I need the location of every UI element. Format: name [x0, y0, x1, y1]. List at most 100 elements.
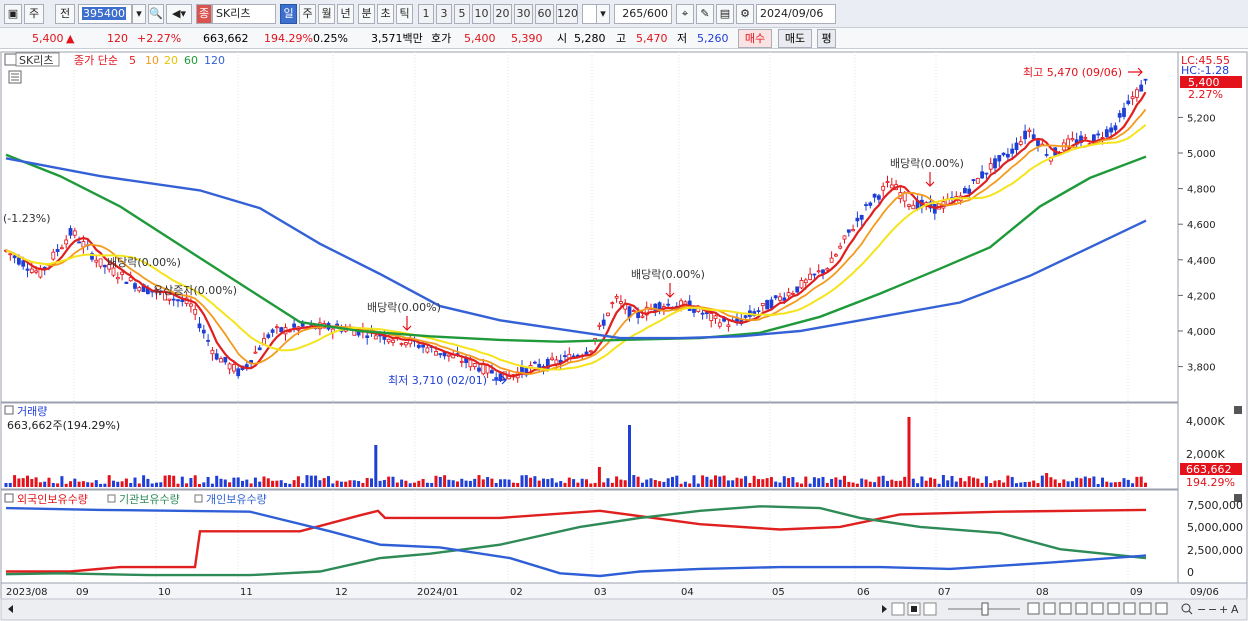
volume-bar: [413, 482, 416, 487]
crosshair-icon[interactable]: ⌖: [676, 4, 694, 24]
volume-bar: [322, 478, 326, 487]
interval-5[interactable]: 5: [454, 4, 470, 24]
code-dropdown-icon[interactable]: ▾: [132, 4, 146, 24]
volume-bar: [1113, 482, 1117, 487]
forward-icon[interactable]: [923, 602, 937, 616]
interval-30[interactable]: 30: [514, 4, 533, 24]
candle-body: [726, 324, 731, 327]
period-minute[interactable]: 분: [358, 4, 375, 24]
candle-body: [399, 343, 404, 345]
zoom-out-icon[interactable]: −: [1197, 603, 1206, 616]
volume-close-icon[interactable]: [1234, 406, 1242, 414]
volume-bar: [301, 483, 305, 487]
search-icon[interactable]: 🔍: [148, 4, 164, 24]
interval-3[interactable]: 3: [436, 4, 452, 24]
interval-20[interactable]: 20: [493, 4, 512, 24]
layout5-icon[interactable]: [1091, 602, 1104, 615]
volume-bar: [941, 475, 945, 487]
ma-20-label[interactable]: 20: [164, 54, 178, 67]
ma-10-label[interactable]: 10: [145, 54, 159, 67]
rewind-icon[interactable]: [891, 602, 905, 616]
candle-body: [274, 326, 279, 329]
period-tick[interactable]: 틱: [396, 4, 413, 24]
eval-button[interactable]: 평: [817, 29, 836, 48]
candle-body: [756, 310, 761, 313]
volume-bar: [146, 478, 150, 487]
interval-1[interactable]: 1: [418, 4, 434, 24]
prev-button[interactable]: 전: [55, 4, 75, 24]
mode-select[interactable]: 주: [24, 4, 44, 24]
candle-body: [421, 344, 426, 348]
interval-10[interactable]: 10: [472, 4, 491, 24]
interval-dropdown-icon[interactable]: ▾: [596, 4, 610, 24]
date-field[interactable]: 2024/09/06: [756, 4, 836, 24]
zoom-in-icon[interactable]: +: [1219, 603, 1228, 616]
stock-code-input[interactable]: 395400: [78, 4, 132, 24]
annotation-high: 최고 5,470 (09/06): [1023, 66, 1122, 79]
panel-toggle-icon[interactable]: [4, 53, 17, 66]
volume-bar: [382, 479, 386, 487]
volume-bar: [666, 478, 670, 487]
chart-svg[interactable]: SK리츠 종가 단순 5 10 20 60 120 LC:45.55 HC:-1…: [0, 50, 1248, 621]
candle-body: [1130, 96, 1135, 100]
gear-icon[interactable]: ⚙: [736, 4, 754, 24]
layout3-icon[interactable]: [1059, 602, 1072, 615]
high-label: 고: [616, 32, 627, 45]
period-day[interactable]: 일: [280, 4, 297, 24]
volume-bar: [1131, 483, 1135, 487]
volume-bar: [636, 476, 640, 487]
interval-120[interactable]: 120: [556, 4, 578, 24]
buy-button[interactable]: 매수: [738, 29, 772, 48]
stock-name-field[interactable]: SK리츠: [212, 4, 276, 24]
period-month[interactable]: 월: [318, 4, 335, 24]
ma-120-label[interactable]: 120: [204, 54, 225, 67]
layout2-icon[interactable]: [1043, 602, 1056, 615]
volume-bar: [516, 482, 520, 487]
candle-body: [825, 268, 830, 271]
volume-bar: [60, 476, 64, 487]
volume-bar: [675, 475, 679, 487]
save-icon[interactable]: ▤: [716, 4, 734, 24]
layout-icon[interactable]: ▣: [4, 4, 22, 24]
layout7-icon[interactable]: [1123, 602, 1136, 615]
holdings-toggle-icon[interactable]: [4, 493, 14, 503]
volume-bar: [77, 481, 81, 487]
volume-value: 663,662: [203, 32, 249, 45]
volume-bar: [709, 479, 713, 487]
high-price: 5,470: [636, 32, 668, 45]
volume-bar: [1053, 479, 1057, 487]
layout6-icon[interactable]: [1107, 602, 1120, 615]
volume-bar: [279, 480, 283, 487]
zoom-slider-thumb[interactable]: [981, 602, 989, 616]
sell-button[interactable]: 매도: [778, 29, 812, 48]
period-week[interactable]: 주: [299, 4, 316, 24]
volume-bar: [585, 479, 588, 487]
legend-individual: 개인보유수량: [206, 493, 267, 506]
speaker-icon[interactable]: ◀▾: [166, 4, 192, 24]
candle-body: [425, 347, 430, 353]
volume-bar: [920, 476, 924, 487]
period-year[interactable]: 년: [337, 4, 354, 24]
layout1-icon[interactable]: [1027, 602, 1040, 615]
candle-body: [253, 351, 258, 354]
layout8-icon[interactable]: [1139, 602, 1152, 615]
layout4-icon[interactable]: [1075, 602, 1088, 615]
layout9-icon[interactable]: [1155, 602, 1168, 615]
candle-body: [266, 334, 271, 338]
candle-body: [717, 322, 722, 327]
count-field[interactable]: 265/600: [614, 4, 672, 24]
interval-60[interactable]: 60: [535, 4, 554, 24]
volume-bar: [649, 478, 653, 487]
draw-tool-icon[interactable]: ✎: [696, 4, 714, 24]
text-size-icon[interactable]: A: [1231, 603, 1239, 616]
volume-bar: [210, 483, 214, 487]
period-second[interactable]: 초: [377, 4, 394, 24]
chart-area[interactable]: SK리츠 종가 단순 5 10 20 60 120 LC:45.55 HC:-1…: [0, 50, 1248, 621]
volume-bar: [421, 478, 425, 487]
ma-60-label[interactable]: 60: [184, 54, 198, 67]
pan-icon[interactable]: −: [1208, 603, 1217, 616]
ma-5-label[interactable]: 5: [129, 54, 136, 67]
candle-body: [907, 204, 911, 207]
volume-toggle-icon[interactable]: [4, 405, 14, 415]
volume-bar: [167, 475, 171, 487]
